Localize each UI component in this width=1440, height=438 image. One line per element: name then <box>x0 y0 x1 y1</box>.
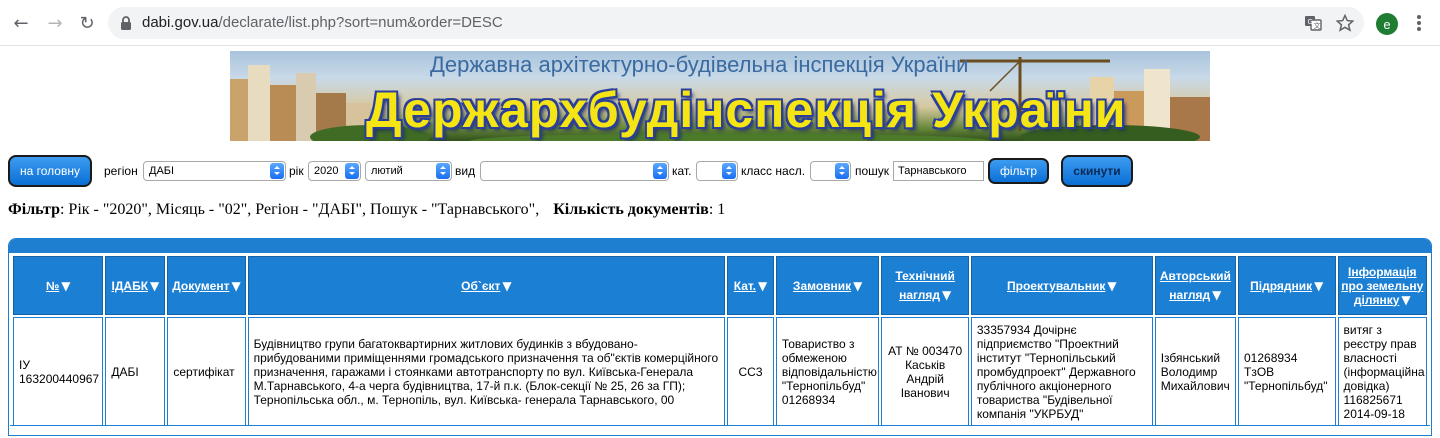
document-count-value: : 1 <box>708 201 726 218</box>
year-select[interactable]: 2020 <box>308 161 361 181</box>
translate-icon[interactable]: G 文 <box>1304 14 1322 32</box>
year-label: рік <box>289 164 304 178</box>
select-arrows-icon <box>653 163 667 179</box>
sort-down-icon: ▼ <box>941 287 952 302</box>
results-table-container: № ▼ ІДАБК ▼ Документ ▼ Об`єкт ▼ Кат. ▼ Замовн… <box>8 238 1432 436</box>
filter-summary-text: : Рік - "2020", Місяць - "02", Регіон - … <box>59 201 540 218</box>
banner-title: Держархбудінспекція України <box>366 82 1127 138</box>
cell-customer: Товариство з обмеженою відповідальністю … <box>775 317 880 426</box>
cell-idabk: ДАБІ <box>105 317 166 426</box>
col-header-idabk[interactable]: ІДАБК ▼ <box>105 256 166 315</box>
lock-icon <box>121 16 131 30</box>
sort-down-icon: ▼ <box>853 278 863 293</box>
banner-subtitle: Державна архітектурно-будівельна інспекц… <box>430 52 969 77</box>
region-select[interactable]: ДАБІ <box>143 161 286 181</box>
site-banner: Державна архітектурно-будівельна інспекц… <box>230 51 1210 141</box>
svg-text:G: G <box>1308 18 1313 26</box>
col-header-number[interactable]: № ▼ <box>13 256 104 315</box>
select-arrows-icon <box>835 163 849 179</box>
region-label: регіон <box>104 164 138 178</box>
col-header-author-supervision[interactable]: Авторський нагляд ▼ <box>1154 256 1236 315</box>
col-header-designer[interactable]: Проектувальник ▼ <box>970 256 1153 315</box>
category-select[interactable] <box>696 161 738 181</box>
reset-button[interactable]: скинути <box>1061 155 1133 187</box>
table-caption-bar <box>9 239 1431 253</box>
region-select-value: ДАБІ <box>149 165 175 177</box>
sort-down-icon: ▼ <box>1314 278 1324 293</box>
reload-icon[interactable]: ↻ <box>74 10 100 36</box>
cell-designer: 33357934 Дочірнє підприємство "Проектний… <box>970 317 1153 426</box>
profile-avatar[interactable]: e <box>1376 13 1398 35</box>
class-label: класс насл. <box>741 164 806 178</box>
month-select[interactable]: лютий <box>365 161 452 181</box>
browser-toolbar: ← → ↻ dabi.gov.ua/declarate/list.php?sor… <box>0 0 1440 46</box>
sort-down-icon: ▼ <box>1212 287 1222 302</box>
search-input[interactable]: Тарнавського <box>893 161 984 181</box>
col-header-land-info[interactable]: Інформація про земельну ділянку ▼ <box>1337 256 1427 315</box>
bookmark-star-icon[interactable] <box>1336 14 1354 32</box>
col-header-technical-supervision[interactable]: Технічний нагляд ▼ <box>881 256 969 315</box>
cell-author-supervision: Ізбянський Володимр Михайлович <box>1154 317 1236 426</box>
type-label: вид <box>455 164 476 178</box>
cell-document: сертифікат <box>167 317 246 426</box>
cell-technical-supervision: АТ № 003470 Каськів Андрій Іванович <box>881 317 969 426</box>
col-header-customer[interactable]: Замовник ▼ <box>775 256 880 315</box>
svg-text:文: 文 <box>1314 21 1321 30</box>
sort-down-icon: ▼ <box>1401 292 1411 307</box>
category-label: кат. <box>672 164 692 178</box>
select-arrows-icon <box>722 163 736 179</box>
reset-button-label: скинути <box>1073 164 1121 178</box>
sort-down-icon: ▼ <box>150 278 160 293</box>
filter-summary-label: Фільтр <box>8 201 60 218</box>
cell-contractor: 01268934 ТзОВ "Тернопільбуд" <box>1238 317 1336 426</box>
more-menu-icon[interactable] <box>1410 12 1428 34</box>
col-header-contractor[interactable]: Підрядник ▼ <box>1238 256 1336 315</box>
cell-land-info: витяг з реєстру прав власності (інформац… <box>1337 317 1427 426</box>
filter-summary: Фільтр: Рік - "2020", Місяць - "02", Рег… <box>8 201 725 219</box>
search-label: пошук <box>855 164 890 178</box>
table-row: ІУ 163200440967 ДАБІ сертифікат Будівниц… <box>13 317 1427 426</box>
sort-down-icon: ▼ <box>231 278 241 293</box>
col-header-document[interactable]: Документ ▼ <box>167 256 246 315</box>
type-select[interactable] <box>480 161 669 181</box>
col-header-object[interactable]: Об`єкт ▼ <box>247 256 726 315</box>
col-header-category[interactable]: Кат. ▼ <box>727 256 774 315</box>
sort-down-icon: ▼ <box>61 278 71 293</box>
month-select-value: лютий <box>371 165 403 177</box>
year-select-value: 2020 <box>314 165 339 177</box>
cell-number: ІУ 163200440967 <box>13 317 104 426</box>
document-count-label: Кількість документів <box>553 201 709 218</box>
table-footer-strip <box>10 425 1430 435</box>
sort-down-icon: ▼ <box>1107 278 1117 293</box>
cell-category: СС3 <box>727 317 774 426</box>
filter-button[interactable]: фільтр <box>988 158 1049 184</box>
select-arrows-icon <box>270 163 284 179</box>
sort-down-icon: ▼ <box>758 278 768 293</box>
results-table: № ▼ ІДАБК ▼ Документ ▼ Об`єкт ▼ Кат. ▼ Замовн… <box>11 254 1429 428</box>
sort-down-icon: ▼ <box>502 278 512 293</box>
cell-object: Будівництво групи багатоквартирних житло… <box>247 317 726 426</box>
back-arrow-icon[interactable]: ← <box>8 10 34 36</box>
forward-arrow-icon[interactable]: → <box>42 10 68 36</box>
url-text[interactable]: dabi.gov.ua/declarate/list.php?sort=num&… <box>142 14 503 31</box>
select-arrows-icon <box>345 163 359 179</box>
select-arrows-icon <box>436 163 450 179</box>
table-header-row: № ▼ ІДАБК ▼ Документ ▼ Об`єкт ▼ Кат. ▼ Замовн… <box>13 256 1427 315</box>
class-select[interactable] <box>810 161 851 181</box>
home-button[interactable]: на головну <box>8 155 92 187</box>
address-bar[interactable]: dabi.gov.ua/declarate/list.php?sort=num&… <box>108 7 1364 39</box>
